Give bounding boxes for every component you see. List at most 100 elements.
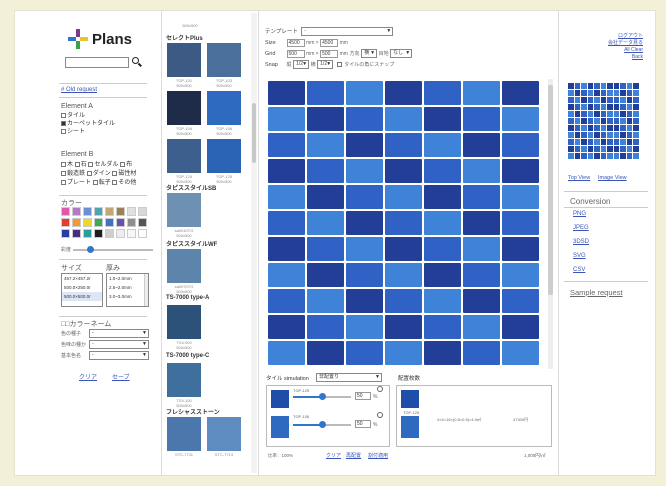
canvas-tile[interactable] bbox=[346, 211, 383, 235]
grid-direction-select[interactable]: 横 bbox=[361, 49, 378, 59]
thickness-option[interactable]: 2.5~2.0mm bbox=[107, 283, 148, 292]
canvas-tile[interactable] bbox=[502, 107, 539, 131]
checkbox[interactable] bbox=[88, 161, 94, 167]
canvas-tile[interactable] bbox=[424, 263, 461, 287]
color-swatch[interactable] bbox=[105, 218, 114, 227]
canvas-tile[interactable] bbox=[268, 315, 305, 339]
canvas-tile[interactable] bbox=[268, 133, 305, 157]
scrollbar-thumb[interactable] bbox=[548, 85, 553, 295]
canvas-scrollbar[interactable] bbox=[548, 79, 553, 369]
canvas-tile[interactable] bbox=[268, 159, 305, 183]
canvas-tile[interactable] bbox=[385, 263, 422, 287]
canvas-tile[interactable] bbox=[385, 315, 422, 339]
element-b-option[interactable]: セルダル bbox=[88, 161, 120, 168]
search-input[interactable] bbox=[65, 57, 129, 68]
product-thumbnail[interactable] bbox=[167, 139, 201, 173]
canvas-tile[interactable] bbox=[424, 211, 461, 235]
product-list-scrollbar[interactable] bbox=[251, 13, 257, 473]
thickness-listbox[interactable]: 1.0~2.0mm 2.5~2.0mm 3.0~3.0mm bbox=[106, 273, 149, 307]
checkbox[interactable] bbox=[61, 161, 66, 167]
color-swatch[interactable] bbox=[127, 229, 136, 238]
canvas-tile[interactable] bbox=[502, 159, 539, 183]
canvas-tile[interactable] bbox=[346, 81, 383, 105]
color-swatch[interactable] bbox=[116, 218, 125, 227]
canvas-tile[interactable] bbox=[346, 133, 383, 157]
canvas-tile[interactable] bbox=[385, 289, 422, 313]
size-option[interactable]: 457.2×457.2r bbox=[62, 274, 102, 283]
mix-mode-select[interactable]: 非配置り bbox=[316, 373, 382, 382]
element-b-option[interactable]: プレート bbox=[61, 179, 93, 186]
color-name-select[interactable]: - bbox=[89, 340, 149, 350]
product-thumbnail[interactable] bbox=[207, 91, 241, 125]
element-b-option[interactable]: 鍛造鉄 bbox=[61, 170, 87, 177]
element-a-option[interactable]: タイル bbox=[61, 112, 115, 120]
element-a-option[interactable]: シート bbox=[61, 128, 115, 136]
canvas-tile[interactable] bbox=[424, 185, 461, 209]
canvas-tile[interactable] bbox=[307, 263, 344, 287]
canvas-tile[interactable] bbox=[268, 289, 305, 313]
thickness-option[interactable]: 3.0~3.0mm bbox=[107, 292, 148, 301]
color-swatch[interactable] bbox=[116, 229, 125, 238]
size-width-input[interactable]: 4500 bbox=[286, 38, 305, 47]
mix-auto-link[interactable]: 再配置 bbox=[346, 452, 361, 459]
element-b-option[interactable]: 転子 bbox=[92, 179, 113, 186]
product-thumbnail[interactable] bbox=[207, 417, 241, 451]
canvas-tile[interactable] bbox=[307, 185, 344, 209]
canvas-tile[interactable] bbox=[346, 107, 383, 131]
saturation-slider[interactable] bbox=[73, 246, 153, 253]
grid-joint-select[interactable]: なし bbox=[390, 49, 413, 59]
element-b-option[interactable]: 石 bbox=[74, 161, 89, 168]
company-data-link[interactable]: 会社データ見る bbox=[599, 40, 643, 47]
color-swatch[interactable] bbox=[127, 218, 136, 227]
canvas-tile[interactable] bbox=[346, 185, 383, 209]
canvas-tile[interactable] bbox=[346, 263, 383, 287]
canvas-tile[interactable] bbox=[502, 263, 539, 287]
canvas-tile[interactable] bbox=[424, 289, 461, 313]
element-b-option[interactable]: その他 bbox=[112, 179, 136, 186]
canvas-tile[interactable] bbox=[385, 133, 422, 157]
canvas-tile[interactable] bbox=[463, 107, 500, 131]
color-swatch[interactable] bbox=[138, 229, 147, 238]
color-name-select[interactable]: - bbox=[89, 351, 149, 361]
product-thumbnail[interactable] bbox=[207, 139, 241, 173]
product-thumbnail[interactable] bbox=[167, 91, 201, 125]
canvas-tile[interactable] bbox=[463, 185, 500, 209]
canvas-tile[interactable] bbox=[268, 237, 305, 261]
canvas-tile[interactable] bbox=[463, 81, 500, 105]
mix-slider[interactable] bbox=[293, 421, 351, 428]
search-icon[interactable] bbox=[132, 57, 142, 67]
canvas-tile[interactable] bbox=[463, 263, 500, 287]
template-select[interactable]: - bbox=[301, 27, 394, 37]
export-3dsd-link[interactable]: 3DSD bbox=[573, 239, 589, 245]
size-height-input[interactable]: 4500 bbox=[320, 38, 339, 47]
color-swatch[interactable] bbox=[72, 229, 81, 238]
clear-link[interactable]: クリア bbox=[79, 372, 97, 381]
color-swatch[interactable] bbox=[83, 207, 92, 216]
mix-value-input[interactable]: 50 bbox=[355, 392, 371, 400]
color-swatch[interactable] bbox=[61, 218, 70, 227]
thickness-option[interactable]: 1.0~2.0mm bbox=[107, 274, 148, 283]
grid-width-input[interactable]: 500 bbox=[286, 49, 305, 58]
export-csv-link[interactable]: CSV bbox=[573, 267, 585, 273]
logout-link[interactable]: ログアウト bbox=[599, 33, 643, 40]
export-svg-link[interactable]: SVG bbox=[573, 253, 586, 259]
canvas-tile[interactable] bbox=[307, 211, 344, 235]
checkbox[interactable] bbox=[61, 179, 66, 185]
canvas-tile[interactable] bbox=[307, 237, 344, 261]
canvas-tile[interactable] bbox=[424, 159, 461, 183]
color-swatch[interactable] bbox=[83, 229, 92, 238]
canvas-tile[interactable] bbox=[502, 315, 539, 339]
remove-icon[interactable] bbox=[377, 386, 383, 392]
canvas-tile[interactable] bbox=[307, 315, 344, 339]
product-list[interactable]: 500x500 セレクトPlus TGP-101 500x500 TGP-103 … bbox=[163, 11, 255, 475]
canvas-tile[interactable] bbox=[385, 81, 422, 105]
element-a-option[interactable]: カーペットタイル bbox=[61, 120, 115, 128]
color-swatch[interactable] bbox=[105, 229, 114, 238]
canvas-tile[interactable] bbox=[346, 315, 383, 339]
element-b-option[interactable]: 布 bbox=[120, 161, 132, 168]
canvas-tile[interactable] bbox=[502, 185, 539, 209]
mix-value-input[interactable]: 50 bbox=[355, 420, 371, 428]
element-b-option[interactable]: ダイン bbox=[86, 170, 113, 177]
product-thumbnail[interactable] bbox=[167, 417, 201, 451]
canvas-tile[interactable] bbox=[385, 107, 422, 131]
